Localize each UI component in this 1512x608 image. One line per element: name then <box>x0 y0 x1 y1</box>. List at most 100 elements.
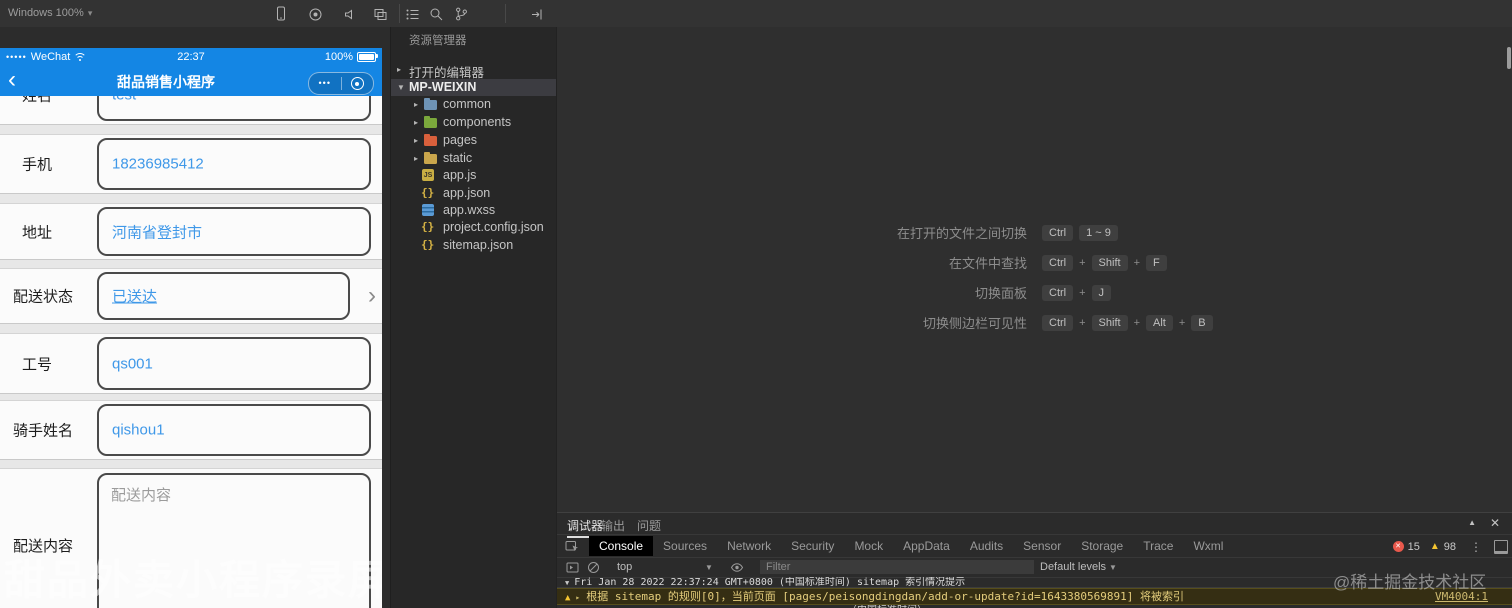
status-picker[interactable]: 已送达 <box>97 272 350 320</box>
devtools-tab-console[interactable]: Console <box>589 536 654 556</box>
console-sidebar-icon[interactable] <box>566 561 579 574</box>
devtools-tab-appdata[interactable]: AppData <box>893 536 960 556</box>
key-badge: Shift <box>1091 314 1128 331</box>
phone-status-bar: ••••• WeChat 22:37 100% <box>0 48 382 68</box>
close-panel-icon[interactable]: ✕ <box>1490 516 1500 530</box>
content-textarea[interactable]: 配送内容 <box>97 473 371 608</box>
git-branch-icon[interactable] <box>453 6 469 22</box>
warning-count[interactable]: 98 <box>1444 541 1456 553</box>
filter-input[interactable] <box>760 560 1034 574</box>
tri-down-icon: ▼ <box>397 83 405 92</box>
battery-icon <box>357 52 378 62</box>
more-button[interactable]: ••• <box>309 73 341 94</box>
plus-separator: + <box>1079 316 1086 329</box>
inspect-element-icon[interactable] <box>565 539 579 553</box>
devtools-tab-mock[interactable]: Mock <box>844 536 893 556</box>
device-scale-menu[interactable]: Windows 100% ▾ <box>8 7 92 19</box>
clear-console-icon[interactable] <box>587 561 600 574</box>
search-icon[interactable] <box>428 6 444 22</box>
devtools-tab-sources[interactable]: Sources <box>653 536 717 556</box>
shortcut-label: 切换侧边栏可见性 <box>922 316 1027 331</box>
devtools-tab-sensor[interactable]: Sensor <box>1013 536 1071 556</box>
file-project-config[interactable]: {} project.config.json <box>391 219 556 236</box>
folder-icon <box>424 98 437 110</box>
item-label: MP-WEIXIN <box>409 80 477 94</box>
file-app-wxss[interactable]: app.wxss <box>391 202 556 219</box>
mute-speaker-icon[interactable] <box>341 6 357 22</box>
devtools-tab-wxml[interactable]: Wxml <box>1183 536 1233 556</box>
json-file-icon: {} <box>421 238 435 251</box>
shortcut-label: 在打开的文件之间切换 <box>896 226 1027 241</box>
error-badge-icon[interactable]: ✕ <box>1392 541 1404 552</box>
file-app-js[interactable]: JS app.js <box>391 167 556 184</box>
exit-target-button[interactable] <box>342 77 374 90</box>
tri-right-icon: ▸ <box>414 100 419 109</box>
form-row-address: 地址 河南省登封市 <box>0 203 382 260</box>
project-root-item[interactable]: ▼ MP-WEIXIN <box>391 79 556 96</box>
kebab-menu-icon[interactable]: ⋮ <box>1470 540 1482 554</box>
folder-components[interactable]: ▸ components <box>391 114 556 131</box>
key-badge: Alt <box>1146 314 1173 331</box>
phone-screen: ••••• WeChat 22:37 100% ‹ 甜品销售小程序 ••• 姓名… <box>0 48 382 608</box>
item-label: components <box>443 115 512 129</box>
record-icon[interactable] <box>307 6 323 22</box>
folder-pages[interactable]: ▸ pages <box>391 132 556 149</box>
input-value: qs001 <box>112 355 153 372</box>
console-group-text: Fri Jan 28 2022 22:37:24 GMT+0800 (中国标准时… <box>574 577 966 588</box>
collapse-panel-icon[interactable]: ▲ <box>1468 518 1476 527</box>
open-editors-item[interactable]: ▸ 打开的编辑器 <box>391 61 556 80</box>
address-input[interactable]: 河南省登封市 <box>97 207 371 256</box>
editor-area: 在打开的文件之间切换 Ctrl 1 ~ 9 在文件中查找 Ctrl + Shif… <box>557 27 1512 512</box>
devtools-tab-network[interactable]: Network <box>717 536 781 556</box>
tab-problems[interactable]: 问题 <box>637 517 661 534</box>
caret-down-icon: ▼ <box>1109 563 1117 572</box>
phone-mode-icon[interactable] <box>273 6 289 22</box>
multi-window-icon[interactable] <box>372 6 388 22</box>
name-input[interactable]: test <box>97 96 371 121</box>
textarea-placeholder: 配送内容 <box>111 487 172 504</box>
connect-device-icon[interactable] <box>530 6 546 22</box>
back-button[interactable]: ‹ <box>8 66 16 94</box>
delivery-form: 姓名 test 手机 18236985412 地址 河南省登封市 配送状态 已送… <box>0 96 382 608</box>
key-badge: Ctrl <box>1042 314 1074 331</box>
shortcut-row: 切换面板 Ctrl + J <box>557 283 1512 302</box>
console-warning-row: ▲ ▸ 根据 sitemap 的规则[0]，当前页面 [pages/peisongd… <box>557 588 1512 605</box>
toolbar-separator <box>505 4 506 23</box>
error-count[interactable]: 15 <box>1408 541 1420 553</box>
dock-side-icon[interactable] <box>1494 539 1508 554</box>
source-link[interactable]: VM4004:1 <box>1435 589 1488 604</box>
context-selector[interactable]: top <box>617 561 632 573</box>
shortcut-label: 切换面板 <box>974 286 1027 301</box>
caret-down-icon[interactable]: ▼ <box>705 563 713 572</box>
folder-common[interactable]: ▸ common <box>391 96 556 113</box>
chevron-right-icon[interactable]: › <box>368 282 376 310</box>
key-badge: J <box>1091 284 1112 301</box>
warning-badge-icon[interactable]: ▲ <box>1430 541 1440 552</box>
form-row-name: 姓名 test <box>0 96 382 125</box>
worker-id-input[interactable]: qs001 <box>97 337 371 390</box>
editor-scrollbar-thumb[interactable] <box>1507 47 1511 69</box>
expand-caret-icon[interactable]: ▸ <box>575 593 580 602</box>
devtools-tab-storage[interactable]: Storage <box>1071 536 1133 556</box>
shortcut-label: 在文件中查找 <box>948 256 1027 271</box>
devtools-tab-security[interactable]: Security <box>781 536 844 556</box>
folder-static[interactable]: ▸ static <box>391 150 556 167</box>
key-badge: Ctrl <box>1042 254 1074 271</box>
warning-icon: ▲ <box>565 593 571 603</box>
simulator-panel: ••••• WeChat 22:37 100% ‹ 甜品销售小程序 ••• 姓名… <box>0 27 390 608</box>
input-value: qishou1 <box>112 421 165 439</box>
log-levels-dropdown[interactable]: Default levels ▼ <box>1040 561 1117 573</box>
eye-icon[interactable] <box>730 561 744 574</box>
file-app-json[interactable]: {} app.json <box>391 185 556 202</box>
form-row-rider-name: 骑手姓名 qishou1 <box>0 400 382 460</box>
file-sitemap-json[interactable]: {} sitemap.json <box>391 237 556 254</box>
tab-debugger[interactable]: 调试器 <box>567 517 604 538</box>
editor-list-icon[interactable] <box>404 6 420 22</box>
rider-name-input[interactable]: qishou1 <box>97 404 371 456</box>
expand-caret-icon[interactable]: ▼ <box>565 579 569 587</box>
devtools-tab-trace[interactable]: Trace <box>1133 536 1183 556</box>
item-label: sitemap.json <box>443 238 514 252</box>
tab-output[interactable]: 输出 <box>601 517 625 534</box>
phone-input[interactable]: 18236985412 <box>97 138 371 190</box>
devtools-tab-audits[interactable]: Audits <box>960 536 1013 556</box>
